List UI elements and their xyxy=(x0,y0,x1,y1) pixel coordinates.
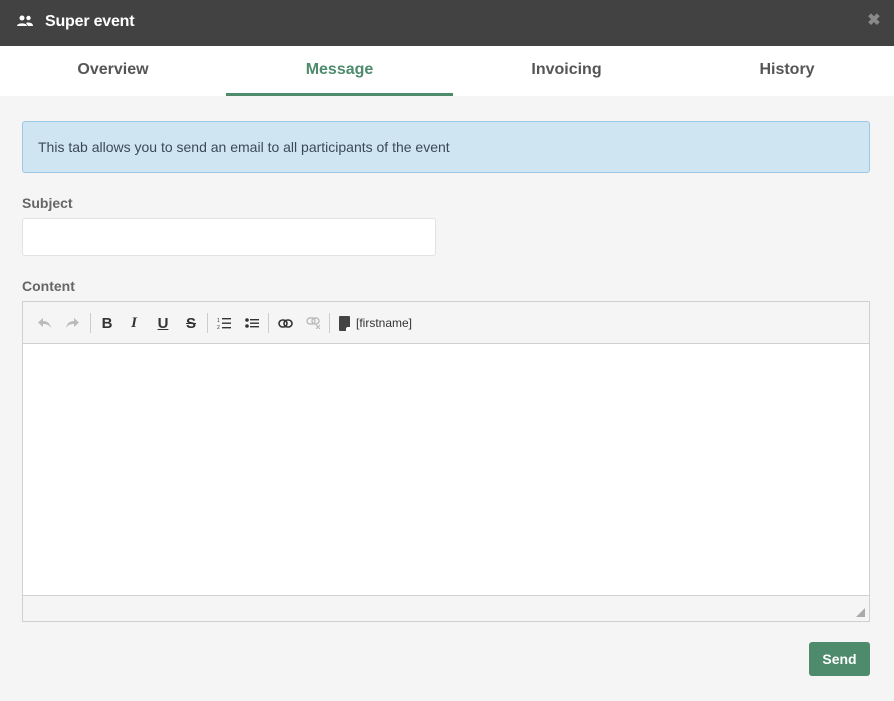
bold-icon[interactable]: B xyxy=(96,314,118,332)
unlink-icon[interactable] xyxy=(302,314,324,332)
italic-icon[interactable]: I xyxy=(123,314,145,332)
send-button[interactable]: Send xyxy=(809,642,870,676)
tab-overview[interactable]: Overview xyxy=(0,46,226,96)
resize-handle-icon[interactable] xyxy=(856,608,865,617)
toolbar-separator xyxy=(90,313,91,333)
editor-statusbar xyxy=(23,595,869,621)
content-label: Content xyxy=(22,278,75,294)
undo-icon[interactable] xyxy=(34,314,56,332)
tab-history[interactable]: History xyxy=(680,46,894,96)
window-titlebar: Super event ✖ xyxy=(0,0,894,46)
rich-text-editor: B I U S 12 [firstname] xyxy=(22,301,870,622)
bullet-list-icon[interactable] xyxy=(241,314,263,332)
underline-icon[interactable]: U xyxy=(152,314,174,332)
tab-message[interactable]: Message xyxy=(226,46,453,96)
redo-icon[interactable] xyxy=(61,314,83,332)
window-title: Super event xyxy=(45,13,135,30)
close-icon[interactable]: ✖ xyxy=(866,13,882,29)
content-editor-area[interactable] xyxy=(23,344,869,595)
people-icon xyxy=(17,15,33,26)
strikethrough-icon[interactable]: S xyxy=(180,314,202,332)
link-icon[interactable] xyxy=(274,314,296,332)
info-alert: This tab allows you to send an email to … xyxy=(22,121,870,173)
subject-label: Subject xyxy=(22,195,73,211)
subject-input[interactable] xyxy=(22,218,436,256)
svg-text:2: 2 xyxy=(217,325,220,330)
tab-invoicing[interactable]: Invoicing xyxy=(453,46,680,96)
merge-field-button[interactable]: [firstname] xyxy=(339,314,412,332)
toolbar-separator xyxy=(268,313,269,333)
toolbar-separator xyxy=(329,313,330,333)
document-icon xyxy=(339,315,350,331)
svg-text:1: 1 xyxy=(217,318,220,324)
toolbar-separator xyxy=(207,313,208,333)
tab-bar: Overview Message Invoicing History xyxy=(0,46,894,96)
merge-field-label: [firstname] xyxy=(356,316,413,330)
editor-toolbar: B I U S 12 [firstname] xyxy=(23,302,869,344)
ordered-list-icon[interactable]: 12 xyxy=(213,314,235,332)
